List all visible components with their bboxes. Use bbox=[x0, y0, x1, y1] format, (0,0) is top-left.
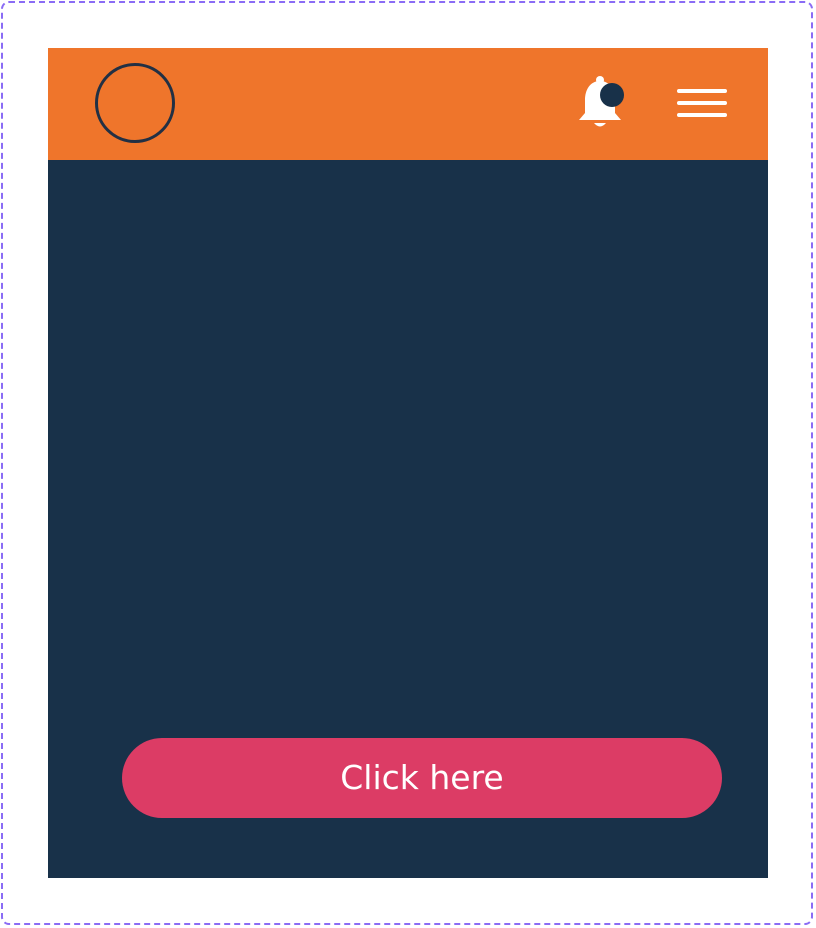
notification-badge-icon bbox=[600, 83, 624, 107]
menu-button[interactable] bbox=[674, 84, 730, 124]
hamburger-menu-icon bbox=[677, 89, 727, 117]
app-screen: Click here bbox=[48, 48, 768, 878]
notification-button[interactable] bbox=[574, 74, 626, 134]
top-bar bbox=[48, 48, 768, 160]
click-here-button[interactable]: Click here bbox=[122, 738, 722, 818]
avatar[interactable] bbox=[95, 63, 175, 143]
bell-icon bbox=[579, 76, 624, 127]
